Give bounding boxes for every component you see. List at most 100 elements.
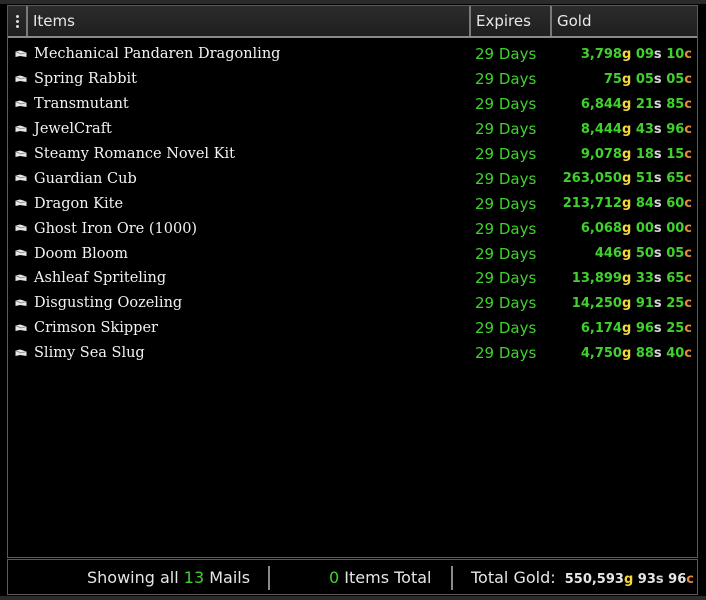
- envelope-icon: [15, 174, 27, 182]
- copper-amount: 60: [666, 196, 685, 212]
- mail-expires: 29 Days: [475, 269, 537, 288]
- copper-unit: c: [684, 96, 692, 112]
- mail-rows: Mechanical Pandaren Dragonling 29 Days 3,7…: [8, 42, 697, 366]
- mail-gold: 263,050g 51s 65c: [563, 171, 692, 186]
- envelope-icon: [15, 100, 27, 107]
- silver-unit: s: [653, 46, 662, 62]
- mail-row[interactable]: Spring Rabbit 29 Days 75g 05s 05c: [8, 67, 697, 92]
- copper-unit: c: [684, 46, 692, 62]
- mail-expires: 29 Days: [475, 70, 537, 89]
- gold-amount: 75: [603, 71, 622, 87]
- silver-unit: s: [653, 146, 662, 162]
- mail-gold: 8,444g 43s 96c: [581, 122, 692, 137]
- gold-amount: 13,899: [571, 270, 622, 286]
- envelope-icon: [15, 125, 27, 132]
- mail-item-name: Mechanical Pandaren Dragonling: [34, 46, 281, 63]
- copper-unit: c: [684, 270, 692, 286]
- mail-expires: 29 Days: [475, 344, 537, 363]
- copper-unit: c: [684, 71, 692, 87]
- copper-unit: c: [686, 572, 694, 587]
- mail-gold: 6,068g 00s 00c: [581, 221, 692, 236]
- mail-gold: 6,174g 96s 25c: [581, 321, 692, 336]
- silver-unit: s: [653, 96, 662, 112]
- silver-amount: 50: [635, 246, 654, 262]
- column-menu-button[interactable]: [8, 6, 28, 36]
- mail-gold: 3,798g 09s 10c: [581, 47, 692, 62]
- gold-unit: g: [621, 96, 632, 112]
- column-header-gold[interactable]: Gold: [552, 6, 697, 36]
- mail-item-name: Ashleaf Spriteling: [34, 270, 167, 287]
- copper-amount: 40: [666, 345, 685, 361]
- gold-unit: g: [621, 221, 632, 237]
- silver-unit: s: [653, 295, 662, 311]
- copper-unit: c: [684, 320, 692, 336]
- mail-gold: 446g 50s 05c: [595, 246, 692, 261]
- mail-row[interactable]: Steamy Romance Novel Kit 29 Days 9,078g 18…: [8, 142, 697, 167]
- silver-amount: 88: [635, 345, 654, 361]
- mail-gold: 13,899g 33s 65c: [572, 271, 692, 286]
- gold-amount: 6,174: [580, 320, 622, 336]
- mail-row[interactable]: Ashleaf Spriteling 29 Days 13,899g 33s 65c: [8, 266, 697, 291]
- copper-unit: c: [684, 295, 692, 311]
- silver-amount: 51: [635, 171, 654, 187]
- silver-amount: 91: [635, 295, 654, 311]
- mail-expires: 29 Days: [475, 169, 537, 188]
- mail-row[interactable]: Disgusting Oozeling 29 Days 14,250g 91s 25…: [8, 291, 697, 316]
- mail-row[interactable]: Doom Bloom 29 Days 446g 50s 05c: [8, 241, 697, 266]
- silver-amount: 96: [635, 320, 654, 336]
- gold-unit: g: [621, 71, 632, 87]
- copper-amount: 96: [666, 121, 685, 137]
- items-count: 0: [329, 568, 340, 587]
- mail-row[interactable]: Ghost Iron Ore (1000) 29 Days 6,068g 00s 0…: [8, 216, 697, 241]
- mail-gold: 75g 05s 05c: [604, 72, 692, 87]
- envelope-icon: [15, 50, 27, 57]
- mail-expires: 29 Days: [475, 319, 537, 338]
- mail-row[interactable]: Transmutant 29 Days 6,844g 21s 85c: [8, 92, 697, 117]
- silver-unit: s: [653, 196, 662, 212]
- gold-amount: 263,050: [562, 171, 622, 187]
- copper-unit: c: [684, 171, 692, 187]
- mail-item-name: Steamy Romance Novel Kit: [34, 146, 235, 162]
- mail-row[interactable]: JewelCraft 29 Days 8,444g 43s 96c: [8, 117, 697, 142]
- mail-row[interactable]: Dragon Kite 29 Days 213,712g 84s 60c: [8, 191, 697, 216]
- mail-row[interactable]: Slimy Sea Slug 29 Days 4,750g 88s 40c: [8, 341, 697, 366]
- gold-unit: g: [621, 246, 632, 262]
- gold-amount: 14,250: [571, 295, 622, 311]
- column-header-bar: Items Expires Gold: [8, 6, 697, 38]
- items-summary: 0 Items Total: [329, 568, 432, 587]
- gold-unit: g: [621, 196, 632, 212]
- gold-unit: g: [621, 171, 632, 187]
- silver-unit: s: [653, 345, 662, 361]
- mail-item-name: Disgusting Oozeling: [34, 295, 183, 312]
- column-header-expires-label: Expires: [476, 12, 531, 30]
- copper-unit: c: [684, 196, 692, 212]
- gold-amount: 446: [594, 246, 622, 262]
- gold-unit: g: [621, 270, 632, 286]
- envelope-icon: [15, 324, 27, 331]
- gold-unit: g: [621, 121, 632, 137]
- showing-suffix: Mails: [209, 568, 251, 587]
- silver-amount: 09: [635, 46, 654, 62]
- column-header-items-label: Items: [33, 12, 75, 30]
- silver-unit: s: [653, 320, 662, 336]
- column-header-expires[interactable]: Expires: [471, 6, 552, 36]
- silver-unit: s: [653, 71, 662, 87]
- mail-expires: 29 Days: [475, 95, 537, 114]
- envelope-icon: [15, 274, 27, 282]
- mail-item-name: Transmutant: [34, 96, 129, 113]
- copper-unit: c: [684, 146, 692, 162]
- mail-row[interactable]: Mechanical Pandaren Dragonling 29 Days 3,7…: [8, 42, 697, 67]
- vertical-dots-icon: [15, 14, 19, 28]
- copper-unit: c: [684, 345, 692, 361]
- copper-amount: 25: [666, 295, 685, 311]
- column-header-items[interactable]: Items: [28, 6, 471, 36]
- copper-amount: 00: [666, 221, 685, 237]
- silver-amount: 43: [635, 121, 654, 137]
- gold-amount: 3,798: [580, 46, 622, 62]
- mail-list-panel: Items Expires Gold Mechanical Pandaren D…: [7, 5, 698, 558]
- mail-row[interactable]: Crimson Skipper 29 Days 6,174g 96s 25c: [8, 316, 697, 341]
- silver-amount: 00: [635, 221, 654, 237]
- envelope-icon: [15, 224, 27, 232]
- mail-row[interactable]: Guardian Cub 29 Days 263,050g 51s 65c: [8, 166, 697, 191]
- mail-item-name: Doom Bloom: [34, 245, 128, 262]
